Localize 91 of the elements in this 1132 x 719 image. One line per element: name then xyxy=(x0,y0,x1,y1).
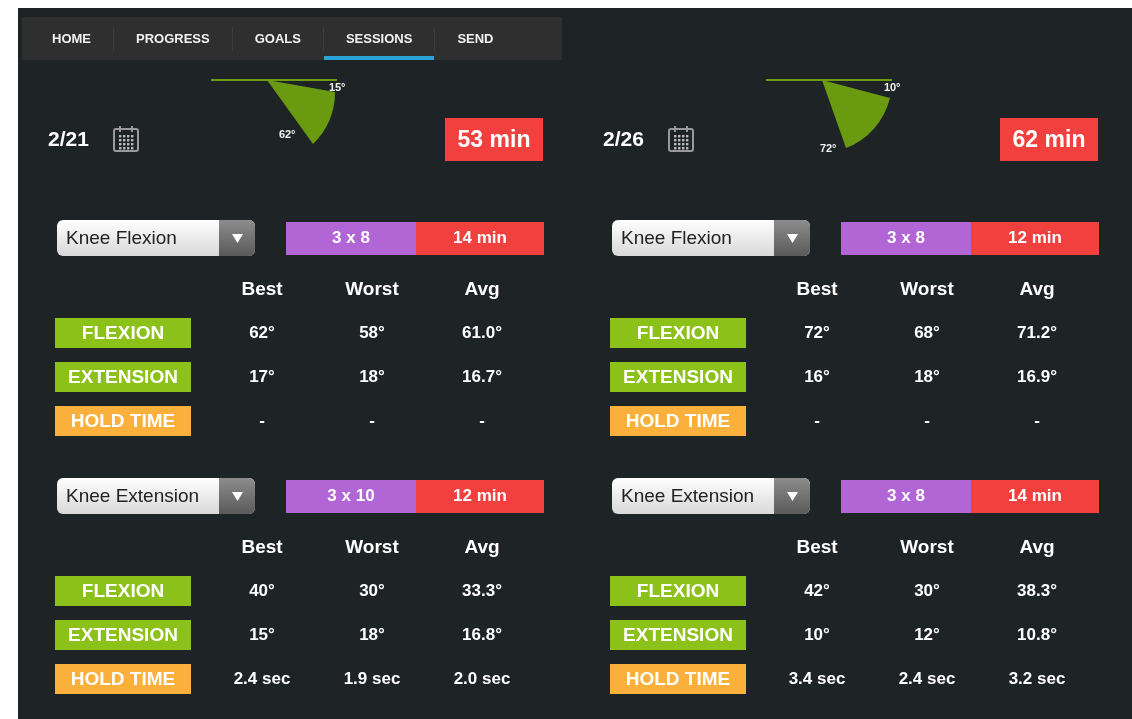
nav-tab[interactable]: PROGRESS xyxy=(114,17,232,60)
metric-label: HOLD TIME xyxy=(610,664,746,694)
column-header: Best xyxy=(240,536,284,558)
column-header: Avg xyxy=(1018,536,1056,558)
metric-label: HOLD TIME xyxy=(55,664,191,694)
stat-value: 16.8° xyxy=(461,625,503,645)
stat-value: 40° xyxy=(248,581,276,601)
metric-label: HOLD TIME xyxy=(610,406,746,436)
stat-value: - xyxy=(368,411,376,431)
nav-tab[interactable]: SESSIONS xyxy=(323,17,435,60)
session-duration: 62 min xyxy=(1000,117,1098,161)
metric-label: FLEXION xyxy=(610,318,746,348)
stat-value: 30° xyxy=(913,581,941,601)
stat-value: 68° xyxy=(913,323,941,343)
column-header: Best xyxy=(240,278,284,300)
column-header: Avg xyxy=(1018,278,1056,300)
stat-value: 18° xyxy=(913,367,941,387)
exercise-dropdown[interactable]: Knee Flexion xyxy=(57,220,255,256)
exercise-dropdown[interactable]: Knee Extension xyxy=(57,478,255,514)
stat-value: 2.4 sec xyxy=(897,669,957,689)
stat-value: 33.3° xyxy=(461,581,503,601)
session-duration: 53 min xyxy=(445,117,543,161)
caret-icon xyxy=(231,490,243,502)
sets-reps: 3 x 8 xyxy=(841,221,971,255)
metric-label: EXTENSION xyxy=(55,362,191,392)
stat-value: 17° xyxy=(248,367,276,387)
stat-value: 1.9 sec xyxy=(342,669,402,689)
metric-label: FLEXION xyxy=(610,576,746,606)
stat-value: 3.2 sec xyxy=(1007,669,1067,689)
caret-icon xyxy=(786,232,798,244)
stat-value: - xyxy=(258,411,266,431)
column-header: Avg xyxy=(463,536,501,558)
metric-label: EXTENSION xyxy=(55,620,191,650)
stat-value: - xyxy=(1033,411,1041,431)
stat-value: 71.2° xyxy=(1016,323,1058,343)
stat-value: 12° xyxy=(913,625,941,645)
nav-tab[interactable]: GOALS xyxy=(232,17,323,60)
caret-icon xyxy=(786,490,798,502)
exercise-duration: 12 min xyxy=(971,221,1099,255)
metric-label: FLEXION xyxy=(55,576,191,606)
caret-icon xyxy=(231,232,243,244)
calendar-icon[interactable] xyxy=(665,124,696,154)
angle-label: 72° xyxy=(819,142,837,154)
angle-label: 62° xyxy=(278,128,296,140)
angle-label: 10° xyxy=(883,81,901,93)
stat-value: 16° xyxy=(803,367,831,387)
stat-value: 2.0 sec xyxy=(452,669,512,689)
stat-value: 18° xyxy=(358,367,386,387)
exercise-dropdown[interactable]: Knee Extension xyxy=(612,478,810,514)
stat-value: 18° xyxy=(358,625,386,645)
stat-value: 58° xyxy=(358,323,386,343)
nav-tab[interactable]: SEND xyxy=(435,17,516,60)
metric-label: HOLD TIME xyxy=(55,406,191,436)
column-header: Best xyxy=(795,278,839,300)
column-header: Best xyxy=(795,536,839,558)
stat-value: - xyxy=(923,411,931,431)
column-header: Worst xyxy=(899,278,955,300)
stat-value: - xyxy=(813,411,821,431)
session-date: 2/26 xyxy=(603,127,644,151)
stat-value: 61.0° xyxy=(461,323,503,343)
exercise-duration: 12 min xyxy=(416,479,544,513)
stat-value: 62° xyxy=(248,323,276,343)
angle-label: 15° xyxy=(328,81,346,93)
metric-label: FLEXION xyxy=(55,318,191,348)
stat-value: 3.4 sec xyxy=(787,669,847,689)
sets-reps: 3 x 10 xyxy=(286,479,416,513)
stat-value: - xyxy=(478,411,486,431)
nav-tab[interactable]: HOME xyxy=(30,17,113,60)
stat-value: 16.9° xyxy=(1016,367,1058,387)
stat-value: 2.4 sec xyxy=(232,669,292,689)
stat-value: 15° xyxy=(248,625,276,645)
column-header: Worst xyxy=(344,536,400,558)
session-date: 2/21 xyxy=(48,127,89,151)
metric-label: EXTENSION xyxy=(610,620,746,650)
sets-reps: 3 x 8 xyxy=(841,479,971,513)
exercise-duration: 14 min xyxy=(971,479,1099,513)
metric-label: EXTENSION xyxy=(610,362,746,392)
stat-value: 42° xyxy=(803,581,831,601)
stat-value: 38.3° xyxy=(1016,581,1058,601)
stat-value: 10.8° xyxy=(1016,625,1058,645)
stat-value: 30° xyxy=(358,581,386,601)
column-header: Avg xyxy=(463,278,501,300)
sets-reps: 3 x 8 xyxy=(286,221,416,255)
stat-value: 16.7° xyxy=(461,367,503,387)
calendar-icon[interactable] xyxy=(110,124,141,154)
exercise-dropdown[interactable]: Knee Flexion xyxy=(612,220,810,256)
stat-value: 10° xyxy=(803,625,831,645)
column-header: Worst xyxy=(344,278,400,300)
column-header: Worst xyxy=(899,536,955,558)
stat-value: 72° xyxy=(803,323,831,343)
exercise-duration: 14 min xyxy=(416,221,544,255)
